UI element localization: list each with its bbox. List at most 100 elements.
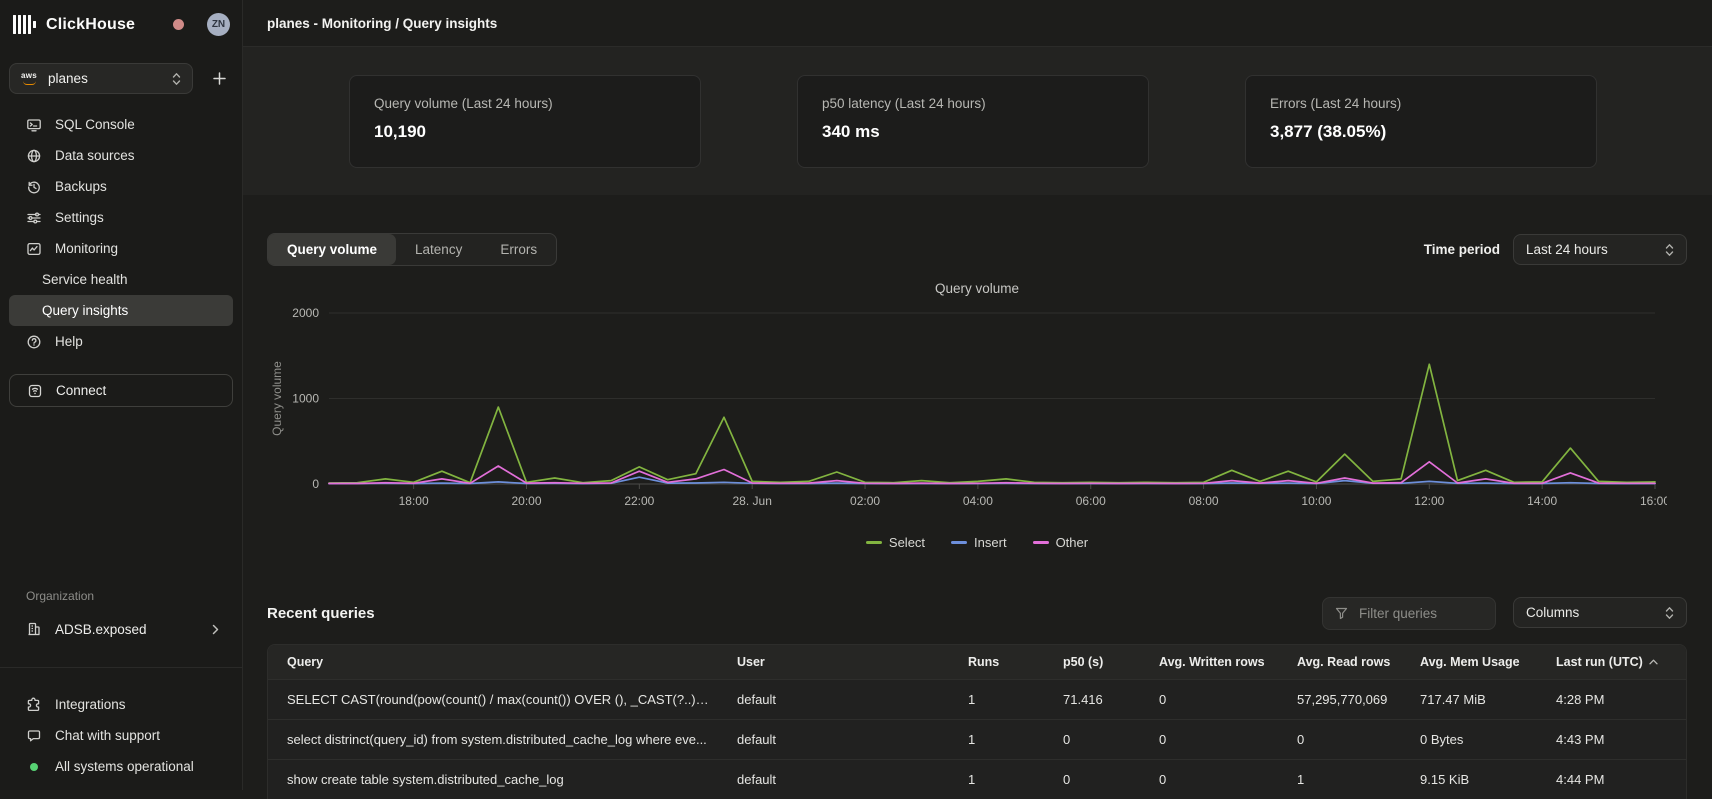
sidebar-item-monitoring[interactable]: Monitoring [9,233,233,264]
sidebar-item-label: Chat with support [55,728,160,743]
table-cell-avg-read-rows: 57,295,770,069 [1278,692,1401,707]
stat-card-errors: Errors (Last 24 hours) 3,877 (38.05%) [1245,75,1597,168]
stat-label: Query volume (Last 24 hours) [374,96,676,111]
sidebar-item-backups[interactable]: Backups [9,171,233,202]
svg-text:12:00: 12:00 [1414,494,1444,508]
updown-chevron-icon [1665,243,1674,257]
user-avatar[interactable]: ZN [207,13,230,36]
table-cell-avg-mem-usage: 0 Bytes [1401,732,1537,747]
svg-text:10:00: 10:00 [1301,494,1331,508]
time-period-select[interactable]: Last 24 hours [1513,234,1687,265]
sidebar-nav: SQL Console Data sources Backups Settings Mo… [0,109,242,357]
aws-icon: aws [21,72,37,85]
svg-text:02:00: 02:00 [850,494,880,508]
sidebar-item-query-insights[interactable]: Query insights [9,295,233,326]
legend-item-insert[interactable]: Insert [951,535,1007,550]
stat-card-query-volume: Query volume (Last 24 hours)10,190 [349,75,701,168]
query-volume-chart: 010002000Query volume18:0020:0022:0028. … [267,296,1667,531]
svg-text:04:00: 04:00 [963,494,993,508]
table-cell-user: default [718,692,949,707]
legend-item-select[interactable]: Select [866,535,925,550]
sidebar-item-settings[interactable]: Settings [9,202,233,233]
column-header-avg-written-rows[interactable]: Avg. Written rows [1140,655,1278,669]
svg-text:08:00: 08:00 [1189,494,1219,508]
stat-label: Errors (Last 24 hours) [1270,96,1572,111]
sidebar-item-all-systems-operational[interactable]: All systems operational [9,751,233,782]
table-cell-avg-written-rows: 0 [1140,732,1278,747]
table-row[interactable]: show create table system.distributed_cac… [268,759,1686,799]
sidebar-item-chat-with-support[interactable]: Chat with support [9,720,233,751]
table-cell-avg-written-rows: 0 [1140,772,1278,787]
sidebar: ClickHouse ZN aws planes SQL ConsoleData… [0,0,243,790]
add-service-button[interactable] [206,66,232,92]
svg-text:14:00: 14:00 [1527,494,1557,508]
column-header-user[interactable]: User [718,655,949,669]
table-cell-query: SELECT CAST(round(pow(count() / max(coun… [268,692,718,707]
column-header-avg-mem-usage[interactable]: Avg. Mem Usage [1401,655,1537,669]
stat-value: 340 ms [822,122,1124,142]
time-period-label: Time period [1424,242,1500,257]
column-header-p50-s[interactable]: p50 (s) [1044,655,1140,669]
column-header-label: Avg. Read rows [1297,655,1390,669]
filter-queries-input[interactable] [1357,605,1467,622]
legend-swatch-icon [1033,541,1049,544]
settings-icon [26,210,42,226]
chevron-right-icon [212,624,219,635]
data-sources-icon [26,148,42,164]
table-cell-runs: 1 [949,772,1044,787]
sidebar-footer: Integrations Chat with support All systems… [0,689,242,782]
legend-label: Insert [974,535,1007,550]
sidebar-item-help[interactable]: Help [9,326,233,357]
service-selector[interactable]: aws planes [9,63,193,94]
column-header-label: Avg. Written rows [1159,655,1265,669]
table-cell-p50-s: 0 [1044,732,1140,747]
organization-section-label: Organization [9,589,233,603]
table-cell-last-run-utc: 4:44 PM [1537,772,1686,787]
table-cell-p50-s: 71.416 [1044,692,1140,707]
tab-latency[interactable]: Latency [396,234,481,265]
stats-band: Query volume (Last 24 hours)10,190p50 la… [243,47,1712,195]
column-header-query[interactable]: Query [268,655,718,669]
table-cell-avg-read-rows: 0 [1278,732,1401,747]
table-row[interactable]: SELECT CAST(round(pow(count() / max(coun… [268,679,1686,719]
recent-queries-title: Recent queries [267,605,375,622]
column-header-runs[interactable]: Runs [949,655,1044,669]
recent-queries-table: Query User Runsp50 (s) Avg. Written rows Avg… [267,644,1687,799]
sql-console-icon [26,117,42,133]
building-icon [26,621,42,637]
table-cell-avg-mem-usage: 717.47 MiB [1401,692,1537,707]
columns-select[interactable]: Columns [1513,597,1687,628]
sidebar-item-data-sources[interactable]: Data sources [9,140,233,171]
main-content: planes - Monitoring / Query insights Que… [243,0,1712,799]
legend-item-other[interactable]: Other [1033,535,1089,550]
table-row[interactable]: select distrinct(query_id) from system.d… [268,719,1686,759]
svg-text:1000: 1000 [292,392,319,406]
sidebar-item-integrations[interactable]: Integrations [9,689,233,720]
sidebar-item-label: Settings [55,210,104,225]
sidebar-item-service-health[interactable]: Service health [9,264,233,295]
table-cell-last-run-utc: 4:28 PM [1537,692,1686,707]
svg-text:22:00: 22:00 [624,494,654,508]
svg-text:18:00: 18:00 [399,494,429,508]
column-header-avg-read-rows[interactable]: Avg. Read rows [1278,655,1401,669]
sidebar-item-label: Data sources [55,148,135,163]
table-cell-query: show create table system.distributed_cac… [268,772,718,787]
table-cell-avg-mem-usage: 9.15 KiB [1401,772,1537,787]
backups-icon [26,179,42,195]
column-header-last-run-utc[interactable]: Last run (UTC) [1537,655,1686,669]
sidebar-item-sql-console[interactable]: SQL Console [9,109,233,140]
connect-label: Connect [56,383,106,398]
tab-query-volume[interactable]: Query volume [268,234,396,265]
tab-errors[interactable]: Errors [481,234,556,265]
time-period-value: Last 24 hours [1526,242,1608,257]
svg-text:28. Jun: 28. Jun [733,494,772,508]
monitoring-section: Query volumeLatencyErrors Time period La… [243,195,1712,799]
column-header-label: Query [287,655,323,669]
connect-button[interactable]: Connect [9,374,233,407]
stat-value: 3,877 (38.05%) [1270,122,1572,142]
chart-legend: Select Insert Other [267,535,1687,550]
column-header-label: User [737,655,765,669]
puzzle-icon [26,697,42,713]
table-cell-user: default [718,772,949,787]
sidebar-item-organization[interactable]: ADSB.exposed [9,614,233,644]
